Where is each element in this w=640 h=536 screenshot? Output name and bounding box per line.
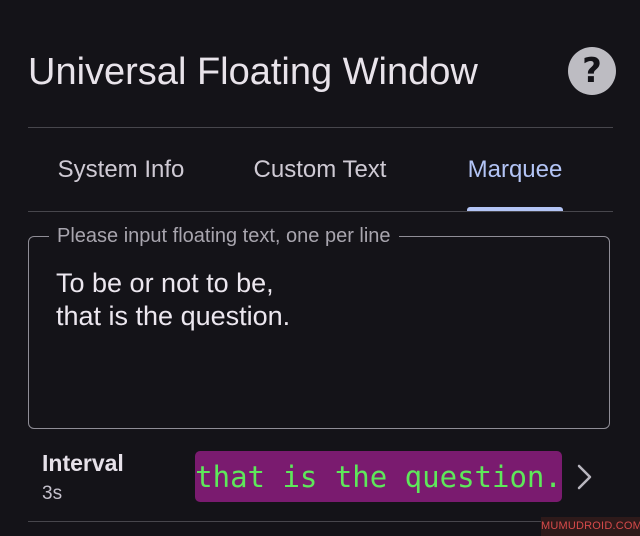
tab-custom-text[interactable]: Custom Text <box>236 128 404 211</box>
text-line: that is the question. <box>56 301 291 331</box>
floating-text-input[interactable]: Please input floating text, one per line… <box>28 223 610 429</box>
floating-text-input-value[interactable]: To be or not to be, that is the question… <box>56 267 290 333</box>
chevron-right-icon[interactable] <box>574 462 596 492</box>
tab-bar: System Info Custom Text Marquee <box>28 128 613 211</box>
interval-divider <box>28 521 613 522</box>
interval-label: Interval <box>42 450 124 476</box>
page-title: Universal Floating Window <box>28 51 478 93</box>
watermark: MUMUDROID.COM <box>541 517 640 536</box>
interval-setting-row[interactable]: Interval 3s that is the question. <box>28 440 613 520</box>
floating-text-input-label: Please input floating text, one per line <box>49 223 399 249</box>
interval-value: 3s <box>42 483 63 504</box>
question-mark-icon: ? <box>582 51 602 91</box>
tabs-divider <box>28 211 613 212</box>
tab-system-info[interactable]: System Info <box>46 128 196 211</box>
help-button[interactable]: ? <box>568 47 616 95</box>
tab-marquee[interactable]: Marquee <box>453 128 577 211</box>
text-line: To be or not to be, <box>56 268 274 298</box>
marquee-preview: that is the question. <box>195 451 562 502</box>
